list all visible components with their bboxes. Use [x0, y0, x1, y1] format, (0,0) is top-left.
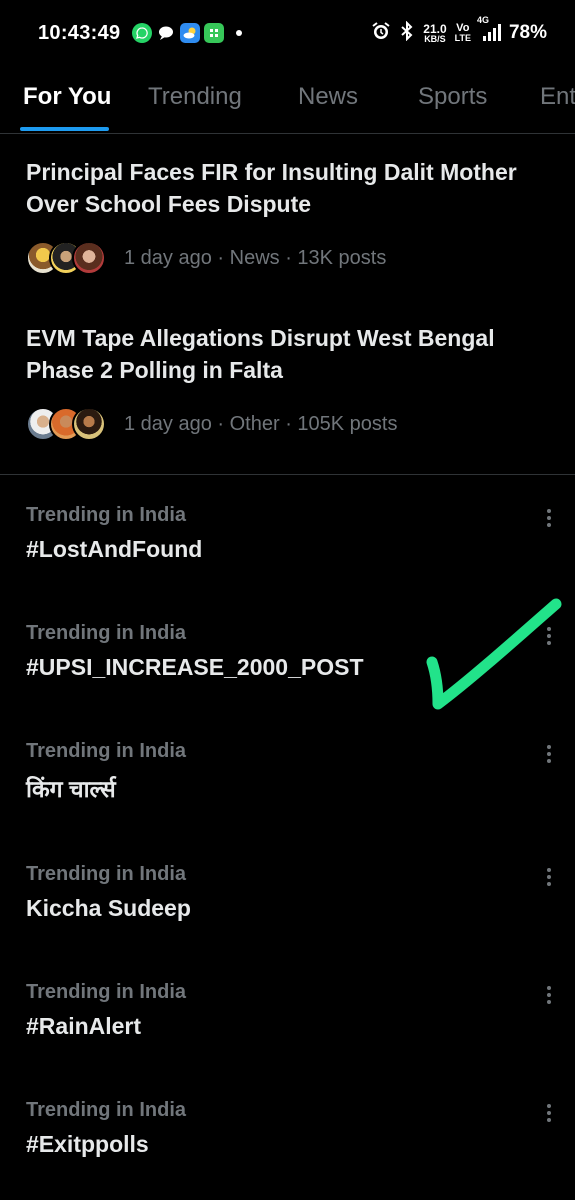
checkmark-annotation-icon [426, 598, 562, 710]
